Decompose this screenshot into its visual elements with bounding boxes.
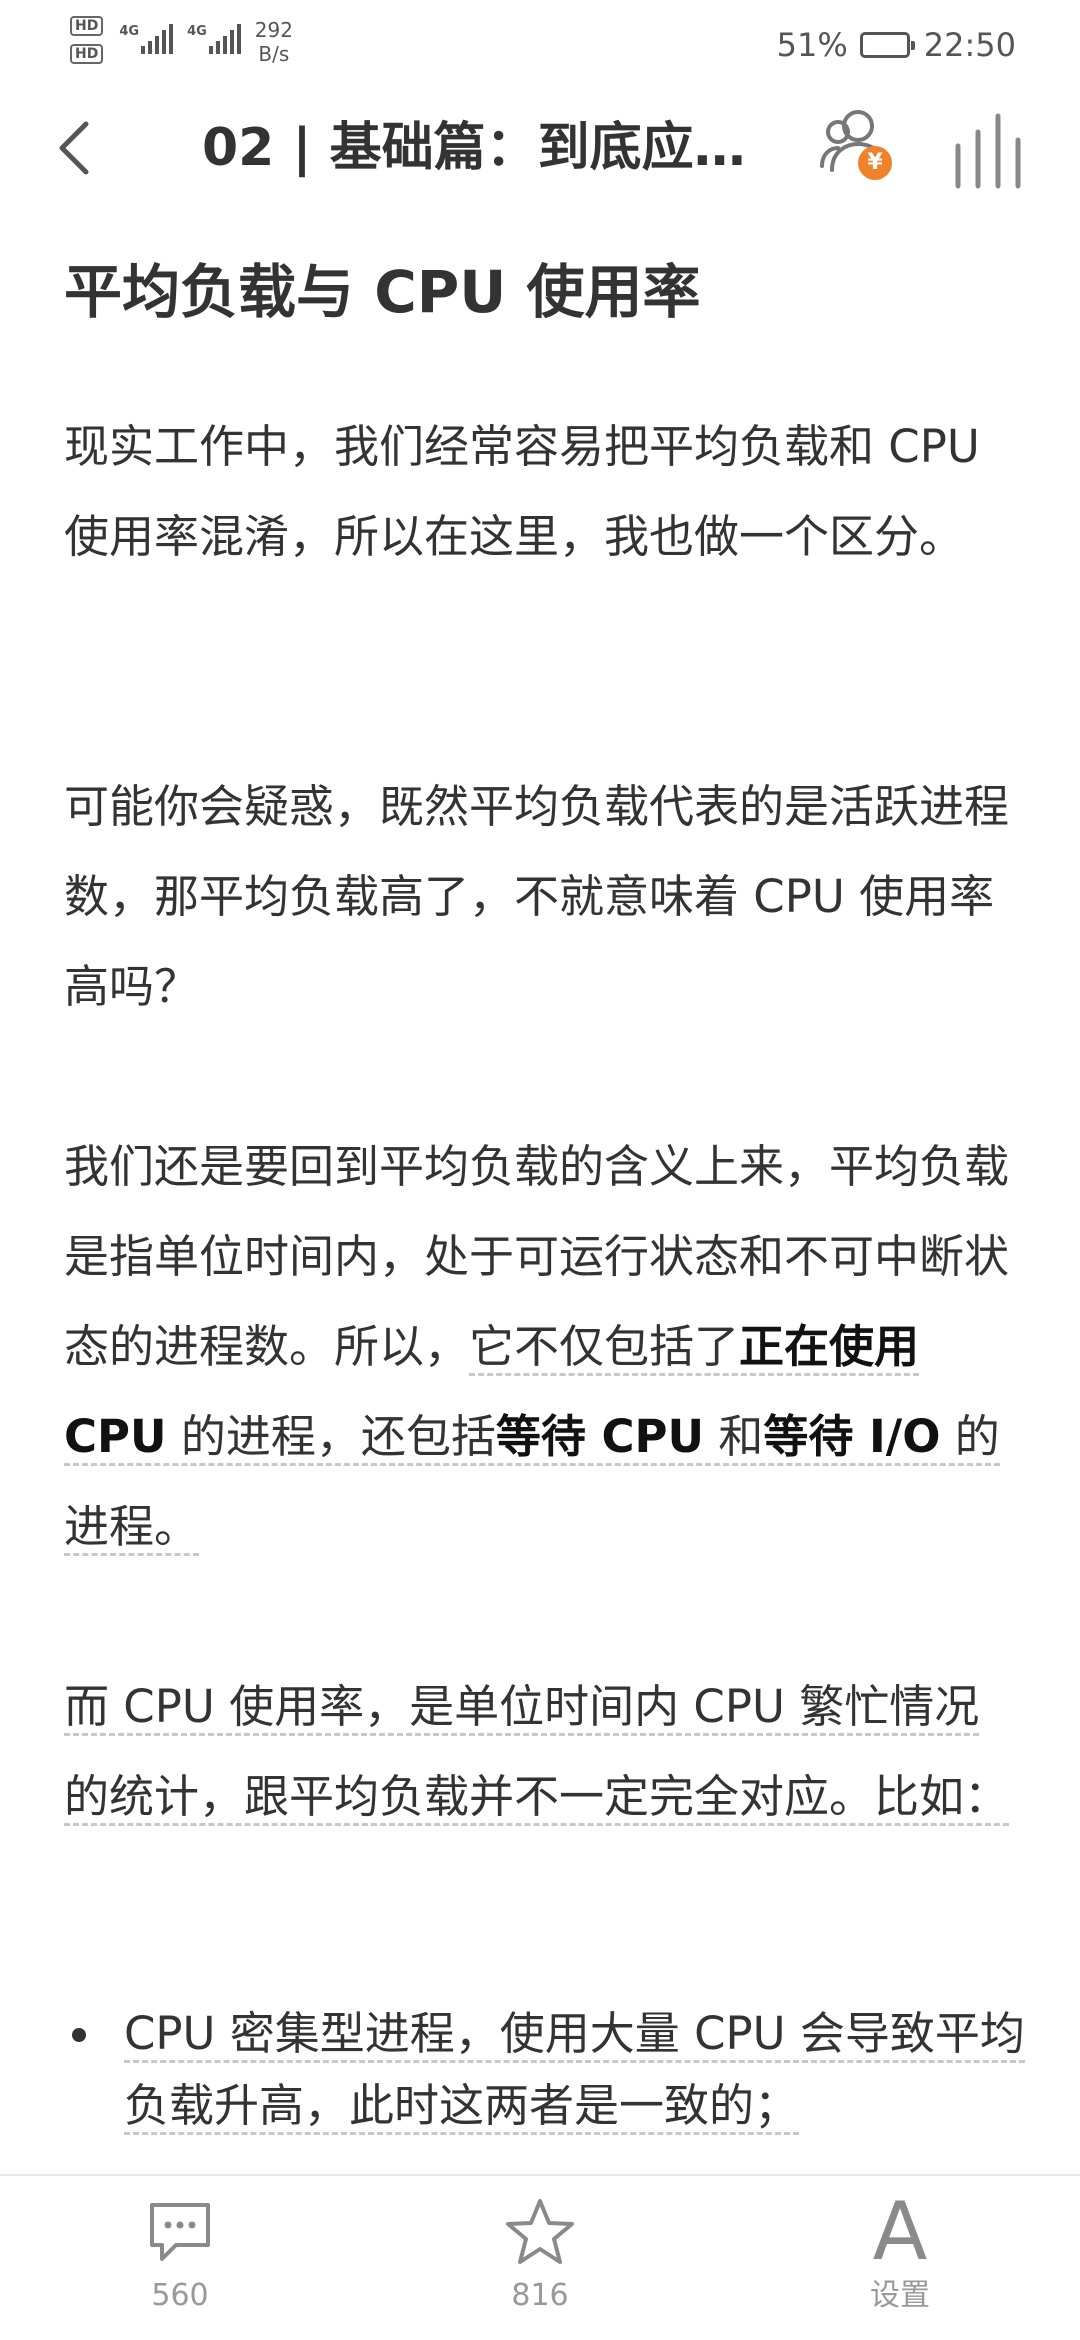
- top-nav-bar: 02 | 基础篇：到底应… ¥: [0, 90, 1080, 206]
- bullet-list: CPU 密集型进程，使用大量 CPU 会导致平均负载升高，此时这两者是一致的；: [64, 1998, 1044, 2142]
- star-icon: [504, 2196, 576, 2268]
- bold-waiting-io: 等待 I/O: [763, 1410, 941, 1463]
- note-text-1: 它不仅包括了: [469, 1320, 740, 1373]
- stats-button[interactable]: [950, 110, 1030, 190]
- bold-waiting-cpu: 等待 CPU: [495, 1410, 705, 1463]
- favorite-button[interactable]: 816: [470, 2196, 610, 2326]
- comment-icon: [144, 2196, 216, 2268]
- status-bar: HD HD 4G 4G 292 B/s 51% 22:50: [0, 0, 1080, 90]
- section-heading: 平均负载与 CPU 使用率: [64, 258, 701, 326]
- signal-icon-1: 4G: [119, 16, 174, 60]
- font-glyph: A: [872, 2185, 928, 2278]
- note-text-2: 的进程，还包括: [166, 1410, 496, 1463]
- list-item: CPU 密集型进程，使用大量 CPU 会导致平均负载升高，此时这两者是一致的；: [64, 1998, 1044, 2142]
- coin-badge: ¥: [858, 146, 892, 180]
- paragraph-3: 我们还是要回到平均负载的含义上来，平均负载是指单位时间内，处于可运行状态和不可中…: [64, 1122, 1024, 1572]
- status-bar-left: HD HD 4G 4G 292 B/s: [70, 16, 293, 66]
- battery-icon: [859, 32, 915, 58]
- paragraph-4: 而 CPU 使用率，是单位时间内 CPU 繁忙情况的统计，跟平均负载并不一定完全…: [64, 1662, 1024, 1842]
- status-bar-right: 51% 22:50: [777, 26, 1016, 64]
- bullet-icon: [72, 2028, 86, 2042]
- sponsor-button[interactable]: ¥: [818, 104, 894, 190]
- list-item-text[interactable]: CPU 密集型进程，使用大量 CPU 会导致平均负载升高，此时这两者是一致的；: [124, 2007, 1025, 2135]
- settings-button[interactable]: A 设置: [830, 2185, 970, 2326]
- network-speed-unit: B/s: [258, 42, 290, 66]
- bottom-toolbar: 560 816 A 设置: [0, 2174, 1080, 2340]
- hd-indicators: HD HD: [70, 16, 104, 64]
- chevron-left-icon: [59, 121, 89, 175]
- bar-chart-icon: [955, 113, 1021, 189]
- battery-percent: 51%: [776, 26, 848, 64]
- comments-count: 560: [151, 2278, 209, 2313]
- hd-badge-1: HD: [70, 16, 104, 36]
- note-text-3: 和: [704, 1410, 764, 1463]
- network-type-1: 4G: [119, 24, 140, 39]
- font-settings-icon: A: [864, 2185, 936, 2278]
- settings-label: 设置: [870, 2278, 930, 2313]
- network-type-2: 4G: [187, 24, 207, 39]
- paragraph-2: 可能你会疑惑，既然平均负载代表的是活跃进程数，那平均负载高了，不就意味着 CPU…: [64, 780, 1010, 1013]
- clock: 22:50: [923, 26, 1016, 64]
- network-speed-value: 292: [254, 18, 293, 42]
- network-speed: 292 B/s: [255, 18, 293, 66]
- page-title: 02 | 基础篇：到底应…: [202, 118, 746, 178]
- underlined-note-2[interactable]: 而 CPU 使用率，是单位时间内 CPU 繁忙情况的统计，跟平均负载并不一定完全…: [64, 1680, 1010, 1826]
- paragraph-1: 现实工作中，我们经常容易把平均负载和 CPU 使用率混淆，所以在这里，我也做一个…: [64, 420, 980, 563]
- hd-badge-2: HD: [70, 44, 104, 64]
- signal-icon-2: 4G: [187, 16, 241, 60]
- comments-button[interactable]: 560: [110, 2196, 250, 2326]
- back-button[interactable]: [44, 110, 104, 186]
- favorites-count: 816: [511, 2278, 569, 2313]
